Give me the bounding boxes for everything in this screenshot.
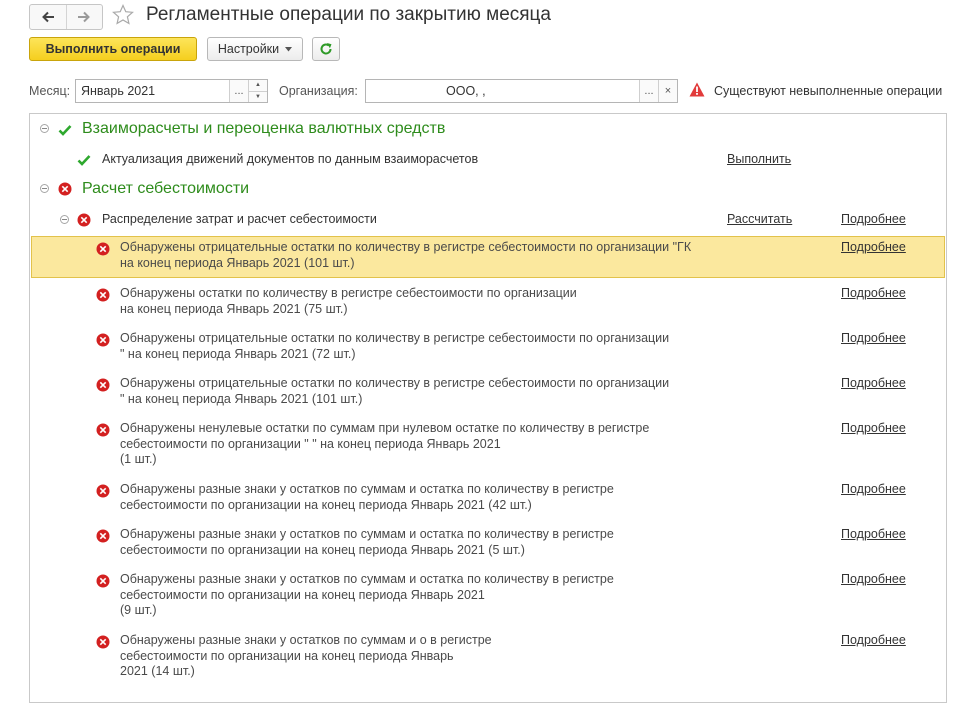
error-message: Обнаружены разные знаки у остатков по су… — [120, 482, 614, 512]
organization-field[interactable]: ООО, , ... × — [365, 79, 678, 103]
history-navigation — [29, 4, 103, 30]
error-message: Обнаружены разные знаки у остатков по су… — [120, 572, 614, 617]
error-message: Обнаружены разные знаки у остатков по су… — [120, 527, 614, 557]
error-message: Обнаружены остатки по количеству в регис… — [120, 286, 577, 316]
error-message: Обнаружены отрицательные остатки по коли… — [120, 240, 692, 270]
error-message: Обнаружены разные знаки у остатков по су… — [120, 633, 492, 678]
details-link[interactable]: Подробнее — [841, 633, 906, 647]
refresh-icon — [320, 43, 332, 55]
collapse-toggle[interactable] — [60, 215, 69, 224]
organization-value[interactable]: ООО, , — [366, 80, 639, 102]
star-icon — [112, 4, 134, 25]
error-icon — [96, 529, 110, 543]
warning-icon — [689, 82, 705, 100]
execute-link[interactable]: Выполнить — [727, 152, 791, 166]
group-title-currency: Взаиморасчеты и переоценка валютных сред… — [82, 120, 446, 137]
details-link[interactable]: Подробнее — [841, 421, 906, 435]
details-link[interactable]: Подробнее — [841, 572, 906, 586]
settings-label: Настройки — [217, 42, 280, 56]
collapse-toggle[interactable] — [40, 124, 49, 133]
error-icon — [96, 378, 110, 392]
collapse-toggle[interactable] — [40, 184, 49, 193]
month-value[interactable]: Январь 2021 — [76, 80, 229, 102]
error-message: Обнаружены ненулевые остатки по суммам п… — [120, 421, 650, 466]
settings-button[interactable]: Настройки — [207, 37, 303, 61]
error-icon — [96, 242, 110, 256]
month-stepper[interactable]: ▲ ▼ — [248, 80, 267, 102]
details-link[interactable]: Подробнее — [841, 331, 906, 345]
error-icon — [96, 635, 110, 649]
group-title-cost: Расчет себестоимости — [82, 180, 250, 197]
favorite-button[interactable] — [111, 3, 135, 30]
details-link[interactable]: Подробнее — [841, 376, 906, 390]
details-link[interactable]: Подробнее — [841, 527, 906, 541]
operations-tree: Взаиморасчеты и переоценка валютных сред… — [29, 113, 947, 703]
organization-select-button[interactable]: ... — [639, 80, 658, 102]
error-icon — [96, 288, 110, 302]
details-link[interactable]: Подробнее — [841, 286, 906, 300]
chevron-up-icon[interactable]: ▲ — [249, 80, 267, 91]
arrow-right-icon — [78, 11, 91, 23]
check-icon — [77, 155, 91, 166]
error-icon — [77, 213, 91, 227]
organization-clear-button[interactable]: × — [658, 80, 677, 102]
details-link[interactable]: Подробнее — [841, 240, 906, 254]
arrow-left-icon — [41, 11, 54, 23]
details-link[interactable]: Подробнее — [841, 482, 906, 496]
month-label: Месяц: — [29, 84, 71, 98]
calculate-link[interactable]: Рассчитать — [727, 212, 792, 226]
error-icon — [96, 574, 110, 588]
chevron-down-icon[interactable]: ▼ — [249, 90, 267, 103]
page-title: Регламентные операции по закрытию месяца — [146, 4, 551, 25]
refresh-button[interactable] — [312, 37, 340, 61]
error-message: Обнаружены отрицательные остатки по коли… — [120, 376, 670, 406]
details-link[interactable]: Подробнее — [841, 212, 906, 226]
error-icon — [96, 423, 110, 437]
error-icon — [96, 484, 110, 498]
month-select-button[interactable]: ... — [229, 80, 248, 102]
error-icon — [58, 182, 72, 196]
warning-text: Существуют невыполненные операции — [714, 84, 943, 98]
month-field[interactable]: Январь 2021 ... ▲ ▼ — [75, 79, 268, 103]
error-icon — [96, 333, 110, 347]
forward-button[interactable] — [65, 5, 103, 29]
run-operations-button[interactable]: Выполнить операции — [29, 37, 197, 61]
operation-label: Распределение затрат и расчет себестоимо… — [102, 212, 377, 226]
check-icon — [58, 125, 72, 136]
caret-down-icon — [285, 46, 293, 51]
organization-label: Организация: — [279, 84, 358, 98]
operation-label: Актуализация движений документов по данн… — [102, 152, 479, 166]
back-button[interactable] — [30, 5, 66, 29]
error-message: Обнаружены отрицательные остатки по коли… — [120, 331, 670, 361]
